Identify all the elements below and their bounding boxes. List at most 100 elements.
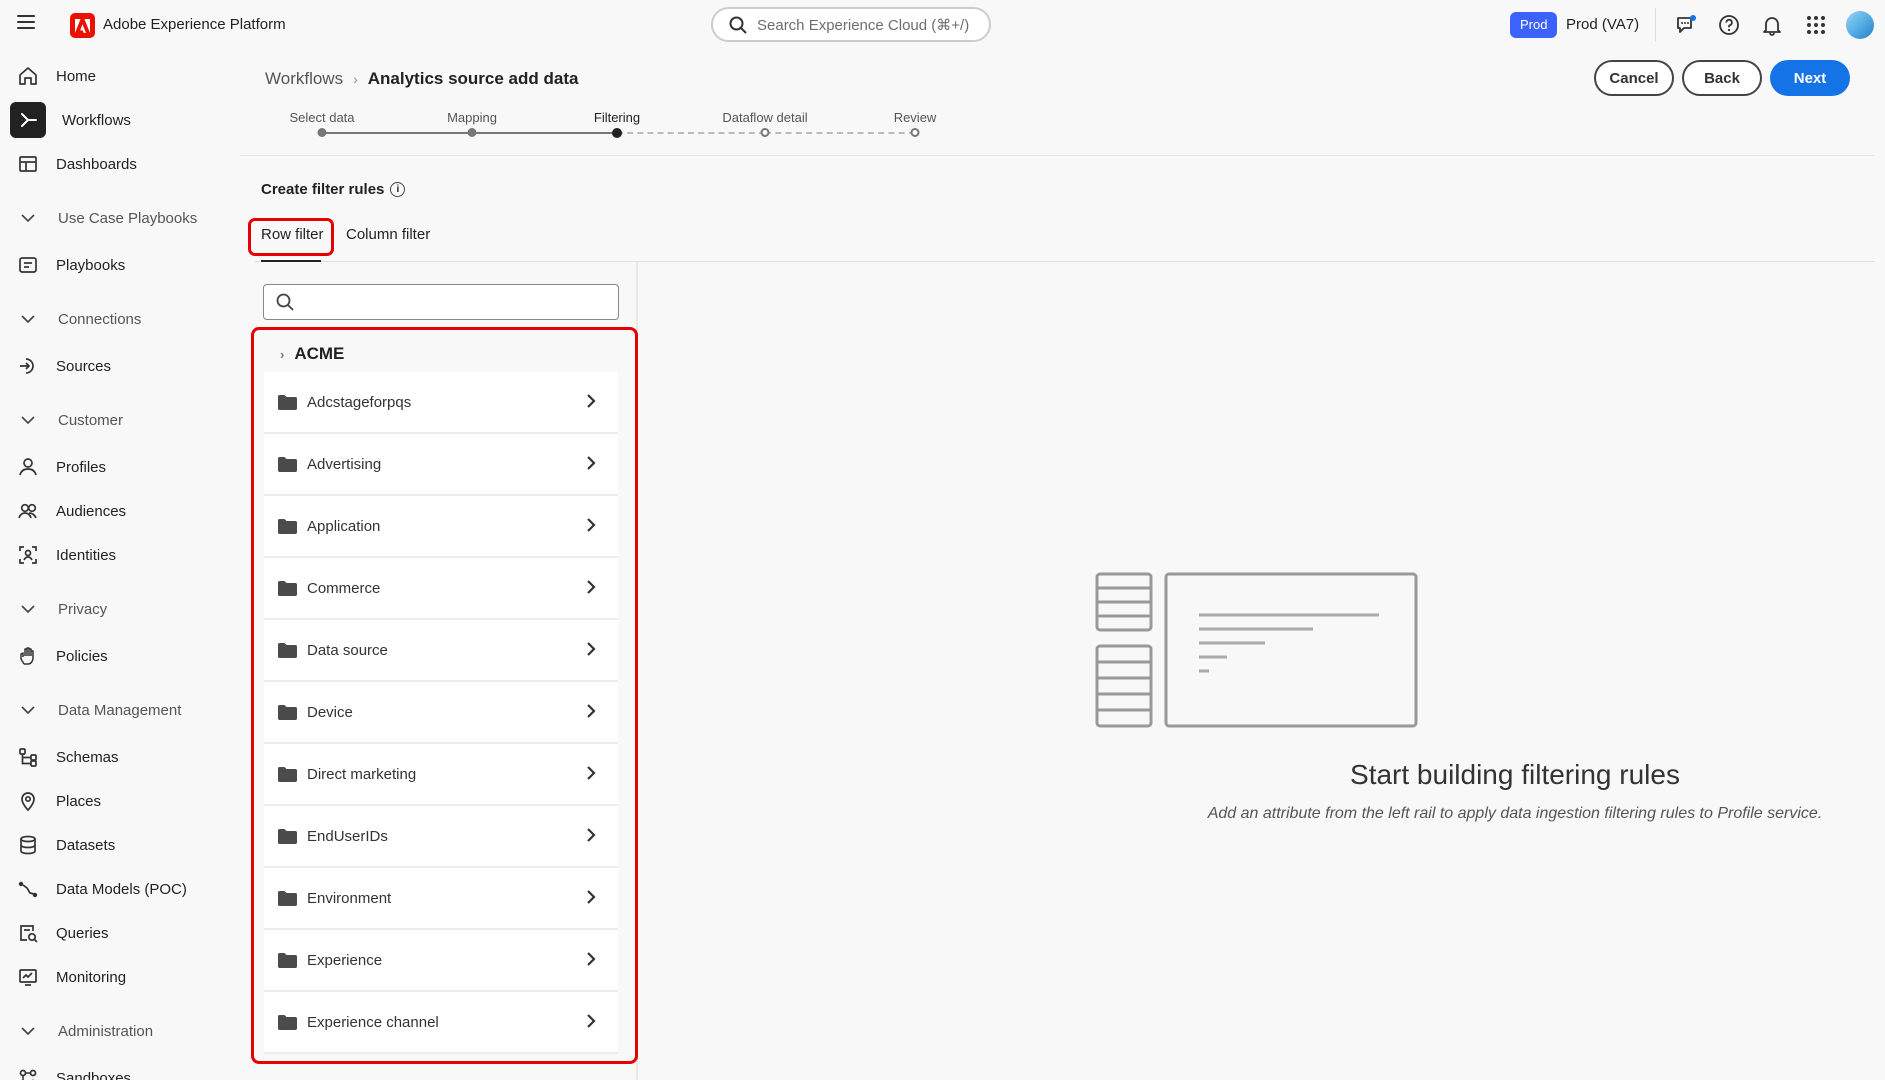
main-content: Workflows › Analytics source add data Ca… bbox=[240, 52, 1875, 1080]
empty-state-illustration bbox=[1095, 572, 1420, 737]
nav-section-label: Use Case Playbooks bbox=[58, 209, 198, 227]
places-icon bbox=[16, 789, 40, 813]
header-divider bbox=[240, 155, 1875, 156]
sidebar-item-label: Playbooks bbox=[56, 256, 126, 274]
step-label[interactable]: Mapping bbox=[447, 110, 497, 125]
nav-section-data-management[interactable]: Data Management bbox=[10, 695, 181, 725]
step-label[interactable]: Review bbox=[894, 110, 937, 125]
sidebar-item-label: Profiles bbox=[56, 458, 107, 476]
sidebar-item-sandboxes[interactable]: Sandboxes bbox=[10, 1060, 230, 1080]
breadcrumb: Workflows › Analytics source add data bbox=[265, 69, 578, 89]
sidebar-item-label: Queries bbox=[56, 924, 109, 942]
nav-section-privacy[interactable]: Privacy bbox=[10, 594, 107, 624]
sidebar-item-label: Workflows bbox=[62, 111, 131, 129]
filter-rules-title: Create filter rules bbox=[261, 181, 385, 198]
sandboxes-icon bbox=[16, 1066, 40, 1080]
sidebar-item-dashboards[interactable]: Dashboards bbox=[10, 146, 230, 182]
search-icon bbox=[276, 293, 294, 311]
sidebar-item-label: Datasets bbox=[56, 836, 116, 854]
attribute-search-input[interactable] bbox=[263, 284, 619, 320]
step-dot[interactable] bbox=[467, 128, 477, 137]
sidebar-item-label: Places bbox=[56, 792, 102, 810]
cancel-button[interactable]: Cancel bbox=[1594, 60, 1674, 96]
home-icon bbox=[16, 64, 40, 88]
queries-icon bbox=[16, 921, 40, 945]
stepper-connector bbox=[322, 132, 472, 134]
chevron-down-icon[interactable] bbox=[16, 597, 40, 621]
nav-section-administration[interactable]: Administration bbox=[10, 1016, 153, 1046]
sidebar-item-label: Sandboxes bbox=[56, 1069, 132, 1080]
sidebar-item-label: Schemas bbox=[56, 748, 119, 766]
step-label[interactable]: Filtering bbox=[594, 110, 640, 125]
env-badge[interactable]: Prod bbox=[1510, 12, 1558, 38]
wizard-stepper: Select data Mapping Filtering Dataflow deta… bbox=[240, 110, 940, 170]
top-bar: Adobe Experience Platform Search Experie… bbox=[0, 0, 1885, 50]
nav-section-connections[interactable]: Connections bbox=[10, 304, 141, 334]
notifications-bell-icon[interactable] bbox=[1759, 12, 1785, 38]
feedback-icon[interactable] bbox=[1673, 12, 1699, 38]
adobe-logo-icon[interactable] bbox=[70, 13, 95, 38]
sidebar-item-workflows[interactable]: Workflows bbox=[10, 102, 230, 138]
nav-section-label: Data Management bbox=[58, 701, 182, 719]
step-dot[interactable] bbox=[760, 128, 770, 137]
sidebar-item-queries[interactable]: Queries bbox=[10, 915, 230, 951]
sidebar-item-sources[interactable]: Sources bbox=[10, 348, 230, 384]
chevron-down-icon[interactable] bbox=[16, 698, 40, 722]
sidebar-item-audiences[interactable]: Audiences bbox=[10, 493, 230, 529]
chevron-down-icon[interactable] bbox=[16, 307, 40, 331]
app-title[interactable]: Adobe Experience Platform bbox=[103, 16, 286, 33]
datasets-icon bbox=[16, 833, 40, 857]
sidebar-item-policies[interactable]: Policies bbox=[10, 638, 230, 674]
sidebar-item-home[interactable]: Home bbox=[10, 58, 230, 94]
global-search-input[interactable]: Search Experience Cloud (⌘+/) bbox=[711, 7, 991, 42]
sidebar-item-label: Policies bbox=[56, 647, 108, 665]
nav-section-use-case-playbooks[interactable]: Use Case Playbooks bbox=[10, 203, 197, 233]
nav-section-label: Connections bbox=[58, 310, 142, 328]
sidebar-item-data-models-poc[interactable]: Data Models (POC) bbox=[10, 871, 230, 907]
sidebar-item-datasets[interactable]: Datasets bbox=[10, 827, 230, 863]
sidebar-item-label: Audiences bbox=[56, 502, 127, 520]
sidebar-item-profiles[interactable]: Profiles bbox=[10, 449, 230, 485]
identities-icon bbox=[16, 543, 40, 567]
nav-section-label: Customer bbox=[58, 411, 124, 429]
step-label[interactable]: Select data bbox=[289, 110, 354, 125]
step-label[interactable]: Dataflow detail bbox=[722, 110, 807, 125]
help-icon[interactable] bbox=[1716, 12, 1742, 38]
filter-rules-heading: Create filter rules i bbox=[261, 181, 406, 198]
breadcrumb-workflows[interactable]: Workflows bbox=[265, 69, 343, 89]
sidebar-item-label: Monitoring bbox=[56, 968, 127, 986]
breadcrumb-chevron-icon: › bbox=[353, 71, 358, 87]
step-dot[interactable] bbox=[317, 128, 327, 137]
audiences-icon bbox=[16, 499, 40, 523]
nav-section-customer[interactable]: Customer bbox=[10, 405, 123, 435]
empty-state-subtitle: Add an attribute from the left rail to a… bbox=[1207, 805, 1823, 822]
sidebar-item-places[interactable]: Places bbox=[10, 783, 230, 819]
dashboards-icon bbox=[16, 152, 40, 176]
chevron-down-icon[interactable] bbox=[16, 408, 40, 432]
step-dot[interactable] bbox=[910, 128, 920, 137]
sources-icon bbox=[16, 354, 40, 378]
chevron-down-icon[interactable] bbox=[16, 206, 40, 230]
policies-icon bbox=[16, 644, 40, 668]
sidebar-item-playbooks[interactable]: Playbooks bbox=[10, 247, 230, 283]
info-icon[interactable]: i bbox=[390, 182, 406, 197]
sidebar-item-label: Data Models (POC) bbox=[56, 880, 187, 898]
hamburger-menu-icon[interactable] bbox=[17, 15, 35, 33]
playbooks-icon bbox=[16, 253, 40, 277]
row-filter-highlight bbox=[248, 218, 334, 256]
sidebar-item-schemas[interactable]: Schemas bbox=[10, 739, 230, 775]
sidebar-item-label: Identities bbox=[56, 546, 117, 564]
toolbar-divider bbox=[1655, 8, 1656, 42]
back-button[interactable]: Back bbox=[1682, 60, 1762, 96]
next-button[interactable]: Next bbox=[1770, 60, 1850, 96]
step-dot[interactable] bbox=[612, 128, 622, 138]
data-models-icon bbox=[16, 877, 40, 901]
nav-section-label: Privacy bbox=[58, 600, 108, 618]
tab-column-filter[interactable]: Column filter bbox=[346, 226, 430, 243]
user-avatar[interactable] bbox=[1846, 11, 1874, 39]
sidebar-item-monitoring[interactable]: Monitoring bbox=[10, 959, 230, 995]
chevron-down-icon[interactable] bbox=[16, 1019, 40, 1043]
env-name[interactable]: Prod (VA7) bbox=[1566, 16, 1639, 33]
app-switcher-grid-icon[interactable] bbox=[1803, 12, 1829, 38]
sidebar-item-identities[interactable]: Identities bbox=[10, 537, 230, 573]
